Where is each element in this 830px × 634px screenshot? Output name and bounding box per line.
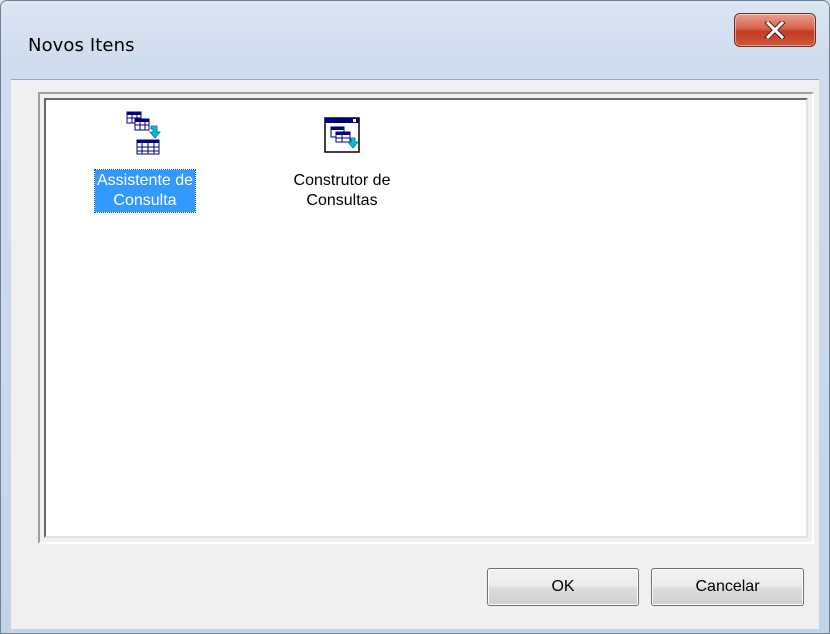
ok-button[interactable]: OK — [487, 568, 639, 606]
title-bar[interactable]: Novos Itens — [1, 1, 829, 79]
query-wizard-icon — [125, 110, 165, 156]
dialog-client-area: Assistente de Consulta Construtor de Con… — [11, 79, 819, 629]
items-list[interactable]: Assistente de Consulta Construtor de Con… — [44, 98, 808, 538]
list-item-label: Assistente de Consulta — [93, 169, 197, 213]
cancel-button[interactable]: Cancelar — [651, 568, 804, 606]
items-list-frame: Assistente de Consulta Construtor de Con… — [38, 92, 814, 544]
list-item-query-builder[interactable]: Construtor de Consultas — [272, 110, 412, 212]
window-title: Novos Itens — [28, 35, 135, 56]
close-x-icon — [764, 21, 786, 39]
list-item-query-wizard[interactable]: Assistente de Consulta — [75, 110, 215, 213]
list-item-label: Construtor de Consultas — [293, 172, 391, 209]
dialog-window: Novos Itens Assistente de Consulta Const… — [0, 0, 830, 634]
close-button[interactable] — [734, 13, 816, 47]
query-builder-icon — [322, 110, 362, 156]
